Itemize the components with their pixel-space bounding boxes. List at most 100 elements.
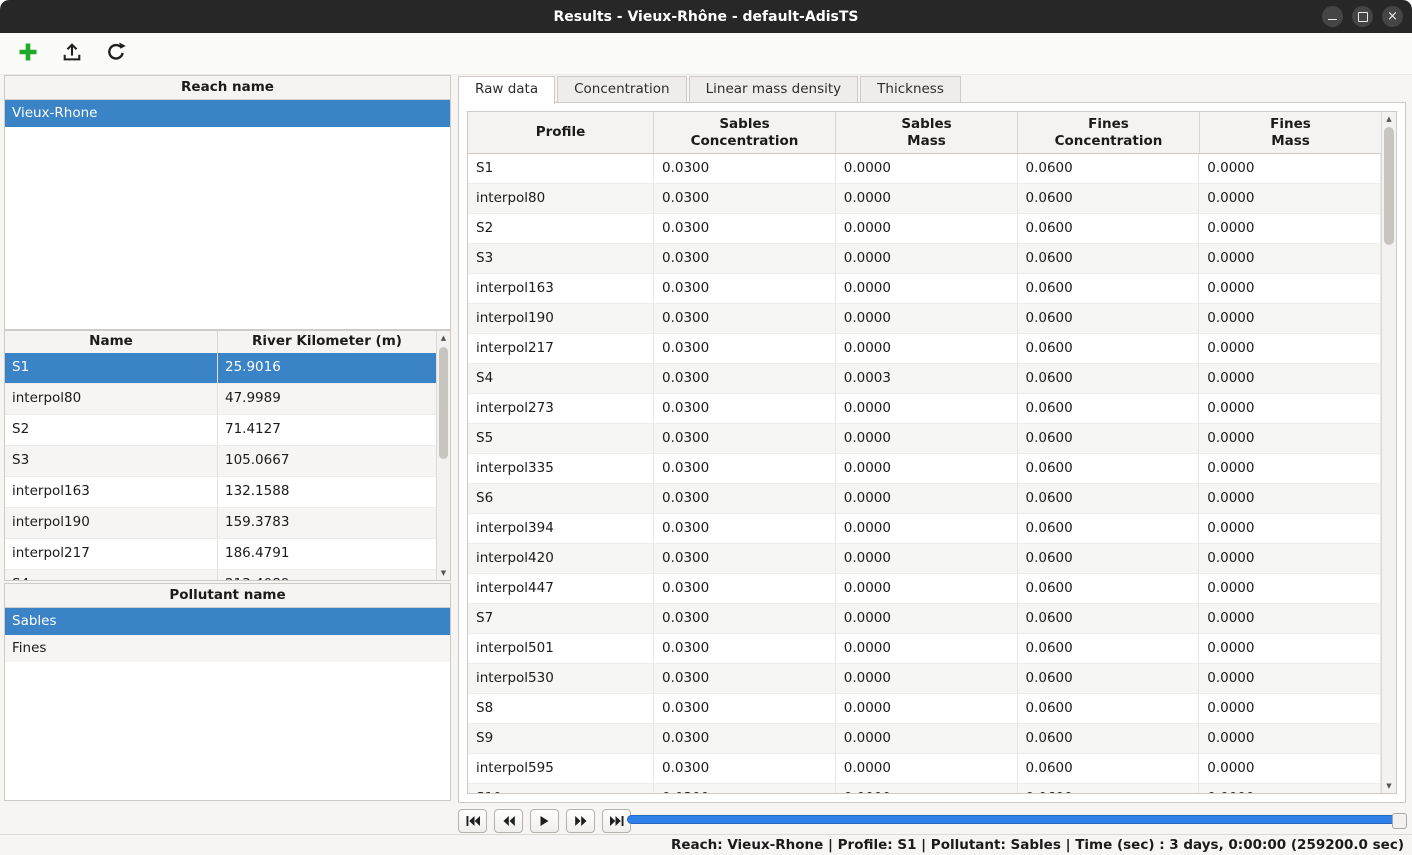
minimize-button[interactable] [1322, 6, 1343, 27]
list-item[interactable]: Sables [5, 608, 450, 635]
sables-mass-cell: 0.0000 [836, 544, 1018, 574]
profile-cell: interpol217 [468, 334, 654, 364]
table-row[interactable]: S6 0.0300 0.0000 0.0600 0.0000 [468, 484, 1381, 514]
table-row[interactable]: interpol190 159.3783 [5, 508, 436, 539]
play-button[interactable] [530, 809, 559, 833]
refresh-button[interactable] [102, 40, 130, 68]
list-item[interactable]: Vieux-Rhone [5, 100, 450, 127]
profile-cell: interpol163 [468, 274, 654, 304]
scroll-down-icon[interactable]: ▼ [1382, 779, 1396, 793]
table-row[interactable]: S10 0.0300 0.0000 0.0600 0.0000 [468, 784, 1381, 793]
table-row[interactable]: interpol501 0.0300 0.0000 0.0600 0.0000 [468, 634, 1381, 664]
column-header-sables-mass[interactable]: Sables Mass [836, 112, 1018, 154]
profile-cell: S3 [468, 244, 654, 274]
fines-mass-cell: 0.0000 [1199, 664, 1381, 694]
table-row[interactable]: S5 0.0300 0.0000 0.0600 0.0000 [468, 424, 1381, 454]
scroll-up-icon[interactable]: ▲ [437, 331, 450, 345]
table-row[interactable]: interpol190 0.0300 0.0000 0.0600 0.0000 [468, 304, 1381, 334]
raw-data-scrollbar[interactable]: ▲ ▼ [1381, 112, 1396, 793]
window-controls: × [1322, 6, 1403, 27]
step-back-icon [503, 816, 515, 826]
table-row[interactable]: S1 0.0300 0.0000 0.0600 0.0000 [468, 154, 1381, 184]
river-km-cell: 71.4127 [218, 415, 436, 445]
column-header-fines-concentration[interactable]: Fines Concentration [1018, 112, 1200, 154]
step-back-button[interactable] [494, 809, 523, 833]
column-header-name[interactable]: Name [5, 331, 218, 353]
list-item[interactable]: Fines [5, 635, 450, 662]
table-row[interactable]: S3 0.0300 0.0000 0.0600 0.0000 [468, 244, 1381, 274]
sables-concentration-cell: 0.0300 [654, 274, 836, 304]
scroll-up-icon[interactable]: ▲ [1382, 112, 1396, 126]
sables-mass-cell: 0.0000 [836, 184, 1018, 214]
table-row[interactable]: interpol80 0.0300 0.0000 0.0600 0.0000 [468, 184, 1381, 214]
table-row[interactable]: interpol217 0.0300 0.0000 0.0600 0.0000 [468, 334, 1381, 364]
profile-name-cell: S2 [5, 415, 218, 445]
table-row[interactable]: S1 25.9016 [5, 353, 436, 384]
profile-cell: interpol394 [468, 514, 654, 544]
profiles-body[interactable]: S1 25.9016 interpol80 47.9989 S2 71.4127… [5, 353, 436, 580]
table-row[interactable]: S9 0.0300 0.0000 0.0600 0.0000 [468, 724, 1381, 754]
table-row[interactable]: interpol447 0.0300 0.0000 0.0600 0.0000 [468, 574, 1381, 604]
sables-concentration-cell: 0.0300 [654, 424, 836, 454]
sables-concentration-cell: 0.0300 [654, 724, 836, 754]
sables-concentration-cell: 0.0300 [654, 244, 836, 274]
skip-start-button[interactable] [458, 809, 487, 833]
step-forward-button[interactable] [566, 809, 595, 833]
scrollbar-thumb[interactable] [1384, 127, 1394, 245]
river-km-cell: 213.4089 [218, 570, 436, 580]
sables-mass-cell: 0.0000 [836, 214, 1018, 244]
table-row[interactable]: interpol217 186.4791 [5, 539, 436, 570]
tab-concentration[interactable]: Concentration [557, 76, 687, 102]
raw-data-body[interactable]: S1 0.0300 0.0000 0.0600 0.0000 interpol8… [468, 154, 1381, 793]
river-km-cell: 25.9016 [218, 353, 436, 383]
table-row[interactable]: S4 213.4089 [5, 570, 436, 580]
table-row[interactable]: S2 0.0300 0.0000 0.0600 0.0000 [468, 214, 1381, 244]
fines-concentration-cell: 0.0600 [1018, 784, 1200, 793]
scroll-down-icon[interactable]: ▼ [437, 566, 450, 580]
table-row[interactable]: interpol394 0.0300 0.0000 0.0600 0.0000 [468, 514, 1381, 544]
pollutant-list[interactable]: Sables Fines [5, 608, 450, 662]
column-header-fines-mass[interactable]: Fines Mass [1200, 112, 1381, 154]
table-row[interactable]: interpol80 47.9989 [5, 384, 436, 415]
add-button[interactable] [14, 40, 42, 68]
sables-mass-cell: 0.0000 [836, 154, 1018, 184]
sables-mass-cell: 0.0000 [836, 484, 1018, 514]
profile-name-cell: S4 [5, 570, 218, 580]
reach-list[interactable]: Vieux-Rhone [5, 100, 450, 127]
table-row[interactable]: S8 0.0300 0.0000 0.0600 0.0000 [468, 694, 1381, 724]
table-row[interactable]: interpol335 0.0300 0.0000 0.0600 0.0000 [468, 454, 1381, 484]
fines-concentration-cell: 0.0600 [1018, 724, 1200, 754]
profile-cell: interpol335 [468, 454, 654, 484]
time-slider[interactable] [627, 815, 1398, 824]
sables-mass-cell: 0.0000 [836, 274, 1018, 304]
sables-mass-cell: 0.0000 [836, 634, 1018, 664]
table-row[interactable]: S2 71.4127 [5, 415, 436, 446]
fines-mass-cell: 0.0000 [1199, 484, 1381, 514]
column-header-river-km[interactable]: River Kilometer (m) [218, 331, 436, 353]
maximize-button[interactable] [1352, 6, 1373, 27]
column-header-sables-concentration[interactable]: Sables Concentration [654, 112, 836, 154]
fines-mass-cell: 0.0000 [1199, 544, 1381, 574]
table-row[interactable]: S4 0.0300 0.0003 0.0600 0.0000 [468, 364, 1381, 394]
table-row[interactable]: interpol595 0.0300 0.0000 0.0600 0.0000 [468, 754, 1381, 784]
tab-linear-mass-density[interactable]: Linear mass density [689, 76, 859, 102]
table-row[interactable]: interpol163 132.1588 [5, 477, 436, 508]
title-bar: Results - Vieux-Rhône - default-AdisTS × [0, 0, 1412, 33]
close-button[interactable]: × [1382, 6, 1403, 27]
export-button[interactable] [58, 40, 86, 68]
table-row[interactable]: interpol273 0.0300 0.0000 0.0600 0.0000 [468, 394, 1381, 424]
table-row[interactable]: interpol163 0.0300 0.0000 0.0600 0.0000 [468, 274, 1381, 304]
scrollbar-thumb[interactable] [439, 347, 448, 459]
profile-name-cell: interpol80 [5, 384, 218, 414]
tab-thickness[interactable]: Thickness [860, 76, 961, 102]
fines-mass-cell: 0.0000 [1199, 784, 1381, 793]
time-slider-handle[interactable] [1392, 813, 1407, 829]
table-row[interactable]: interpol530 0.0300 0.0000 0.0600 0.0000 [468, 664, 1381, 694]
sables-concentration-cell: 0.0300 [654, 364, 836, 394]
column-header-profile[interactable]: Profile [468, 112, 654, 154]
table-row[interactable]: S3 105.0667 [5, 446, 436, 477]
profiles-scrollbar[interactable]: ▲ ▼ [436, 331, 450, 580]
table-row[interactable]: interpol420 0.0300 0.0000 0.0600 0.0000 [468, 544, 1381, 574]
table-row[interactable]: S7 0.0300 0.0000 0.0600 0.0000 [468, 604, 1381, 634]
tab-raw-data[interactable]: Raw data [458, 76, 555, 104]
